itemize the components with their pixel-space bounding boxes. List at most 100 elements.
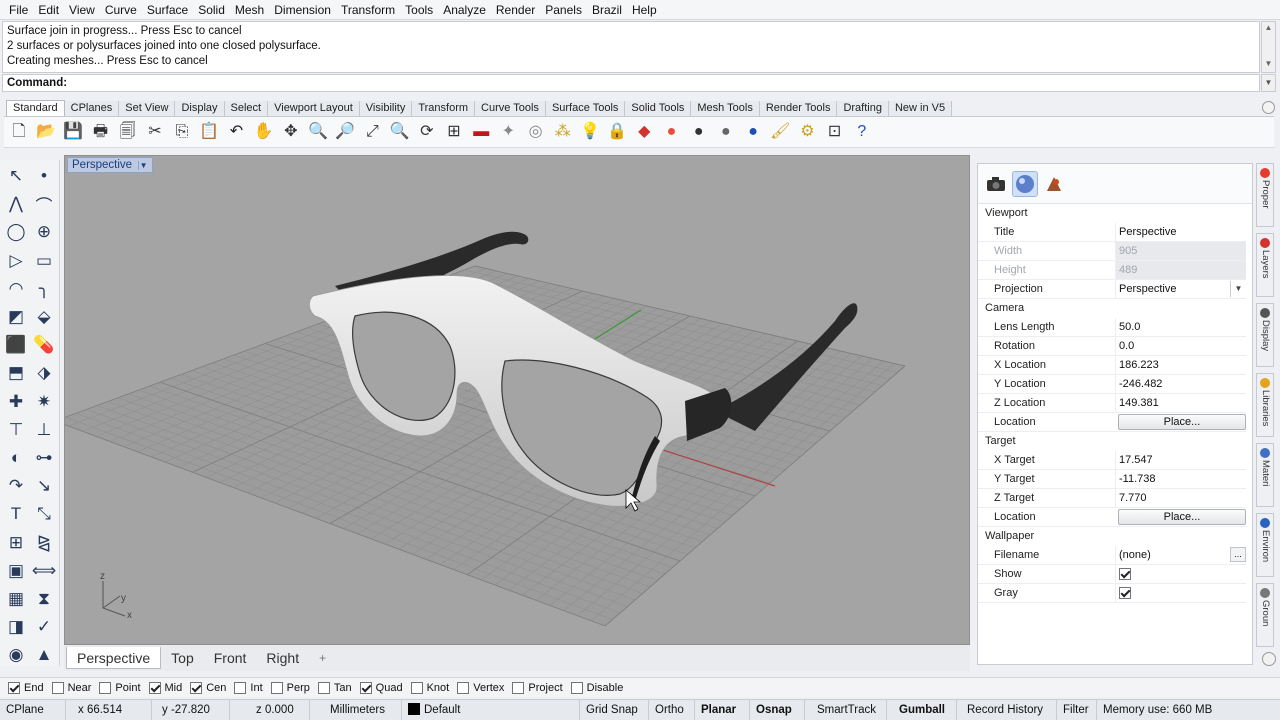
units-status[interactable]: Millimeters (310, 699, 402, 720)
render-sphere-icon[interactable]: ● (742, 121, 764, 143)
paint-icon[interactable]: ▲ (30, 641, 58, 669)
menu-transform[interactable]: Transform (336, 0, 400, 20)
fillet-curve-icon[interactable]: ╮ (30, 275, 58, 303)
tab-set-view[interactable]: Set View (119, 101, 176, 116)
fuel-icon[interactable]: ⧗ (30, 585, 58, 613)
surface-corner-icon[interactable]: ◩ (2, 303, 30, 331)
polygon-icon[interactable]: ▷ (2, 247, 30, 275)
side-tab-display[interactable]: Display (1256, 303, 1274, 367)
scroll-down-icon[interactable]: ▼ (1262, 58, 1275, 70)
grid-array-icon[interactable]: ▦ (2, 585, 30, 613)
osnap-perp[interactable]: Perp (270, 681, 310, 694)
gray-checkbox[interactable] (1119, 587, 1131, 599)
tab-curve-tools[interactable]: Curve Tools (475, 101, 546, 116)
color-wheel-icon[interactable]: ● (661, 121, 683, 143)
ortho-toggle[interactable]: Ortho (649, 699, 695, 720)
viewport-tab-perspective[interactable]: Perspective (66, 647, 162, 669)
point-tool-icon[interactable]: • (30, 162, 58, 190)
tab-new-in-v5[interactable]: New in V5 (888, 101, 953, 116)
pill-icon[interactable]: 💊 (30, 331, 58, 359)
tab-viewport-layout[interactable]: Viewport Layout (268, 101, 360, 116)
viewport-tab-right[interactable]: Right (256, 647, 309, 669)
menu-render[interactable]: Render (491, 0, 540, 20)
viewport-scene[interactable]: z y x (65, 156, 970, 645)
viewport-tab-top[interactable]: Top (161, 647, 204, 669)
bend-icon[interactable]: ↘ (30, 472, 58, 500)
move-view-icon[interactable]: ✥ (280, 121, 302, 143)
side-tab-environ[interactable]: Environ (1256, 513, 1274, 577)
osnap-checkbox[interactable] (457, 681, 470, 694)
show-checkbox[interactable] (1119, 568, 1131, 580)
layer-color-icon[interactable]: ◆ (633, 121, 655, 143)
new-icon[interactable]: 🗋 (8, 121, 30, 143)
group-icon[interactable]: ⊶ (30, 444, 58, 472)
command-history-scrollbar[interactable]: ▲ ▼ (1261, 21, 1276, 73)
menu-brazil[interactable]: Brazil (587, 0, 627, 20)
menu-surface[interactable]: Surface (142, 0, 193, 20)
toolbar-options-icon[interactable] (1262, 101, 1275, 114)
tab-drafting[interactable]: Drafting (837, 101, 889, 116)
rectangle-icon[interactable]: ▭ (30, 247, 58, 275)
menu-file[interactable]: File (4, 0, 33, 20)
y-target-value[interactable]: -11.738 (1115, 470, 1246, 489)
undo-icon[interactable]: ↶ (226, 121, 248, 143)
menu-help[interactable]: Help (627, 0, 662, 20)
arc-icon[interactable]: ◠ (2, 275, 30, 303)
smarttrack-toggle[interactable]: SmartTrack (805, 699, 887, 720)
osnap-mid[interactable]: Mid (148, 681, 182, 694)
menu-tools[interactable]: Tools (400, 0, 438, 20)
side-tab-layers[interactable]: Layers (1256, 233, 1274, 297)
osnap-checkbox[interactable] (410, 681, 423, 694)
side-tab-materi[interactable]: Materi (1256, 443, 1274, 507)
cplane-icon[interactable]: ▬ (470, 121, 492, 143)
material-icon[interactable]: 🖌 (769, 121, 791, 143)
osnap-project[interactable]: Project (512, 681, 563, 694)
osnap-quad[interactable]: Quad (359, 681, 403, 694)
zoom-selected-icon[interactable]: 🔍 (389, 121, 411, 143)
menu-curve[interactable]: Curve (100, 0, 142, 20)
tab-mesh-tools[interactable]: Mesh Tools (691, 101, 760, 116)
filename-field[interactable]: (none)... (1115, 546, 1246, 565)
scroll-up-icon[interactable]: ▲ (1262, 22, 1275, 34)
command-dropdown-icon[interactable]: ▼ (1261, 74, 1276, 92)
record-history-toggle[interactable]: Record History (957, 699, 1057, 720)
zoom-icon[interactable]: 🔍 (307, 121, 329, 143)
surface-extrude-icon[interactable]: ⬙ (30, 303, 58, 331)
viewport-tab-front[interactable]: Front (204, 647, 257, 669)
osnap-checkbox[interactable] (512, 681, 525, 694)
gumball-toggle[interactable]: Gumball (887, 699, 957, 720)
options-icon[interactable]: ⚙ (796, 121, 818, 143)
osnap-int[interactable]: Int (234, 681, 263, 694)
planar-toggle[interactable]: Planar (695, 699, 750, 720)
x-location-value[interactable]: 186.223 (1115, 356, 1246, 375)
side-tab-libraries[interactable]: Libraries (1256, 373, 1274, 437)
lock-icon[interactable]: 🔒 (606, 121, 628, 143)
osnap-checkbox[interactable] (99, 681, 112, 694)
osnap-checkbox[interactable] (270, 681, 283, 694)
pan-icon[interactable]: ✋ (253, 121, 275, 143)
osnap-checkbox[interactable] (8, 681, 20, 694)
layer-status[interactable]: Default (402, 699, 580, 720)
shaded-sphere-icon[interactable]: ● (715, 121, 737, 143)
viewport-title[interactable]: Perspective ▼ (67, 157, 154, 173)
light-tool-icon[interactable]: ✚ (2, 388, 30, 416)
copy-icon[interactable]: ⎘ (171, 121, 193, 143)
save-icon[interactable]: 💾 (62, 121, 84, 143)
zoom-window-icon[interactable]: 🔎 (334, 121, 356, 143)
command-line[interactable]: Command: (2, 74, 1260, 92)
tab-select[interactable]: Select (224, 101, 269, 116)
osnap-checkbox[interactable] (359, 681, 372, 694)
tab-visibility[interactable]: Visibility (359, 101, 413, 116)
open-icon[interactable]: 📂 (35, 121, 57, 143)
cut-icon[interactable]: ✂ (144, 121, 166, 143)
array-icon[interactable]: ⊞ (2, 528, 30, 556)
ellipse-icon[interactable]: ⊕ (30, 218, 58, 246)
viewport-layout-icon[interactable]: ⊞ (443, 121, 465, 143)
grid-snap-icon[interactable]: ⁂ (552, 121, 574, 143)
analyze-icon[interactable]: ◨ (2, 613, 30, 641)
trim-icon[interactable]: ⊤ (2, 416, 30, 444)
y-location-value[interactable]: -246.482 (1115, 375, 1246, 394)
add-viewport-icon[interactable]: + (309, 647, 336, 669)
z-target-value[interactable]: 7.770 (1115, 489, 1246, 508)
solid-box-icon[interactable]: ▣ (2, 557, 30, 585)
